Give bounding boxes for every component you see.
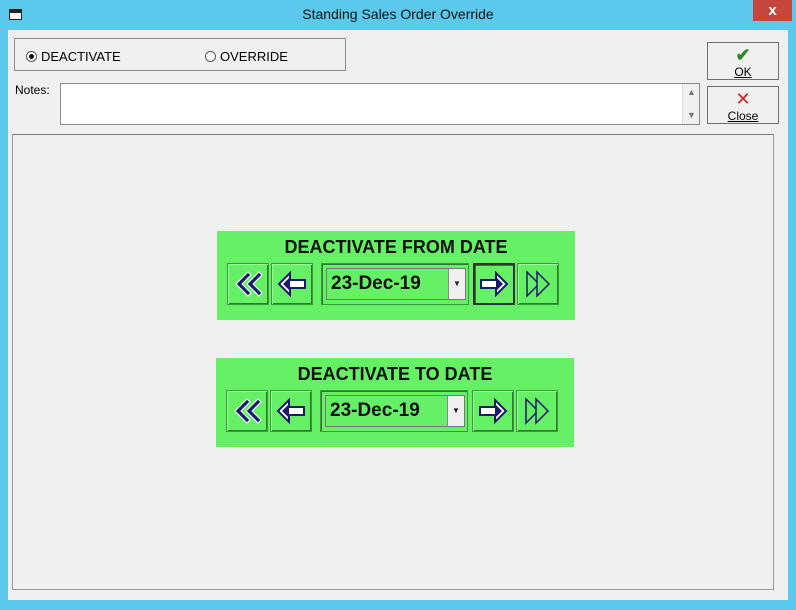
to-date-title: DEACTIVATE TO DATE — [297, 364, 493, 384]
close-button-label: Close — [727, 109, 759, 123]
chevron-down-icon[interactable]: ▼ — [448, 269, 465, 299]
to-prev-button[interactable] — [270, 390, 312, 432]
right-arrow-icon — [479, 397, 508, 425]
to-next-button[interactable] — [472, 390, 514, 432]
to-date-combobox[interactable]: 23-Dec-19 ▼ — [320, 390, 468, 432]
from-date-input[interactable]: 23-Dec-19 ▼ — [326, 268, 466, 300]
chevron-down-icon[interactable]: ▼ — [447, 396, 464, 426]
scroll-down-arrow-icon[interactable]: ▼ — [684, 108, 699, 123]
radio-override[interactable]: OVERRIDE — [205, 49, 288, 64]
double-left-arrow-icon — [235, 271, 263, 297]
mode-radio-group: DEACTIVATE OVERRIDE — [14, 38, 346, 71]
ok-button[interactable]: ✔ OK — [707, 42, 779, 80]
right-arrow-icon — [480, 270, 509, 298]
ok-button-label: OK — [734, 65, 752, 79]
from-date-value: 23-Dec-19 — [331, 273, 421, 294]
close-button[interactable]: ✕ Close — [707, 86, 779, 124]
notes-scrollbar[interactable]: ▲ ▼ — [682, 84, 699, 124]
check-icon: ✔ — [735, 45, 751, 65]
radio-selected-icon — [26, 51, 37, 62]
left-arrow-icon — [276, 397, 305, 425]
scroll-up-arrow-icon[interactable]: ▲ — [684, 85, 699, 100]
to-last-button[interactable] — [516, 390, 558, 432]
window-title: Standing Sales Order Override — [302, 6, 494, 22]
notes-field-frame: ▲ ▼ — [60, 83, 700, 125]
radio-unselected-icon — [205, 51, 216, 62]
date-panel: DEACTIVATE FROM DATE 23-Dec-19 ▼ DEACTIV… — [12, 134, 774, 590]
left-arrow-icon — [277, 270, 306, 298]
window-close-button[interactable]: x — [753, 0, 792, 21]
notes-label: Notes: — [15, 83, 50, 97]
radio-deactivate[interactable]: DEACTIVATE — [26, 49, 121, 64]
from-date-block: DEACTIVATE FROM DATE 23-Dec-19 ▼ — [217, 231, 575, 320]
to-first-button[interactable] — [226, 390, 268, 432]
radio-deactivate-label: DEACTIVATE — [41, 49, 121, 64]
to-date-block: DEACTIVATE TO DATE 23-Dec-19 ▼ — [216, 358, 574, 447]
from-date-title: DEACTIVATE FROM DATE — [284, 237, 508, 257]
from-last-button[interactable] — [517, 263, 559, 305]
double-right-arrow-icon — [525, 397, 550, 425]
from-next-button[interactable] — [473, 263, 515, 305]
to-date-value: 23-Dec-19 — [330, 400, 420, 421]
to-date-input[interactable]: 23-Dec-19 ▼ — [325, 395, 465, 427]
x-icon: ✕ — [735, 89, 751, 109]
from-date-combobox[interactable]: 23-Dec-19 ▼ — [321, 263, 469, 305]
notes-input[interactable] — [61, 84, 683, 124]
app-window: Standing Sales Order Override x DEACTIVA… — [0, 0, 796, 610]
from-prev-button[interactable] — [271, 263, 313, 305]
radio-override-label: OVERRIDE — [220, 49, 288, 64]
title-bar: Standing Sales Order Override x — [0, 0, 796, 30]
double-left-arrow-icon — [234, 398, 262, 424]
from-first-button[interactable] — [227, 263, 269, 305]
window-client-area: DEACTIVATE OVERRIDE Notes: ▲ ▼ ✔ OK ✕ Cl… — [8, 30, 788, 600]
double-right-arrow-icon — [526, 270, 551, 298]
